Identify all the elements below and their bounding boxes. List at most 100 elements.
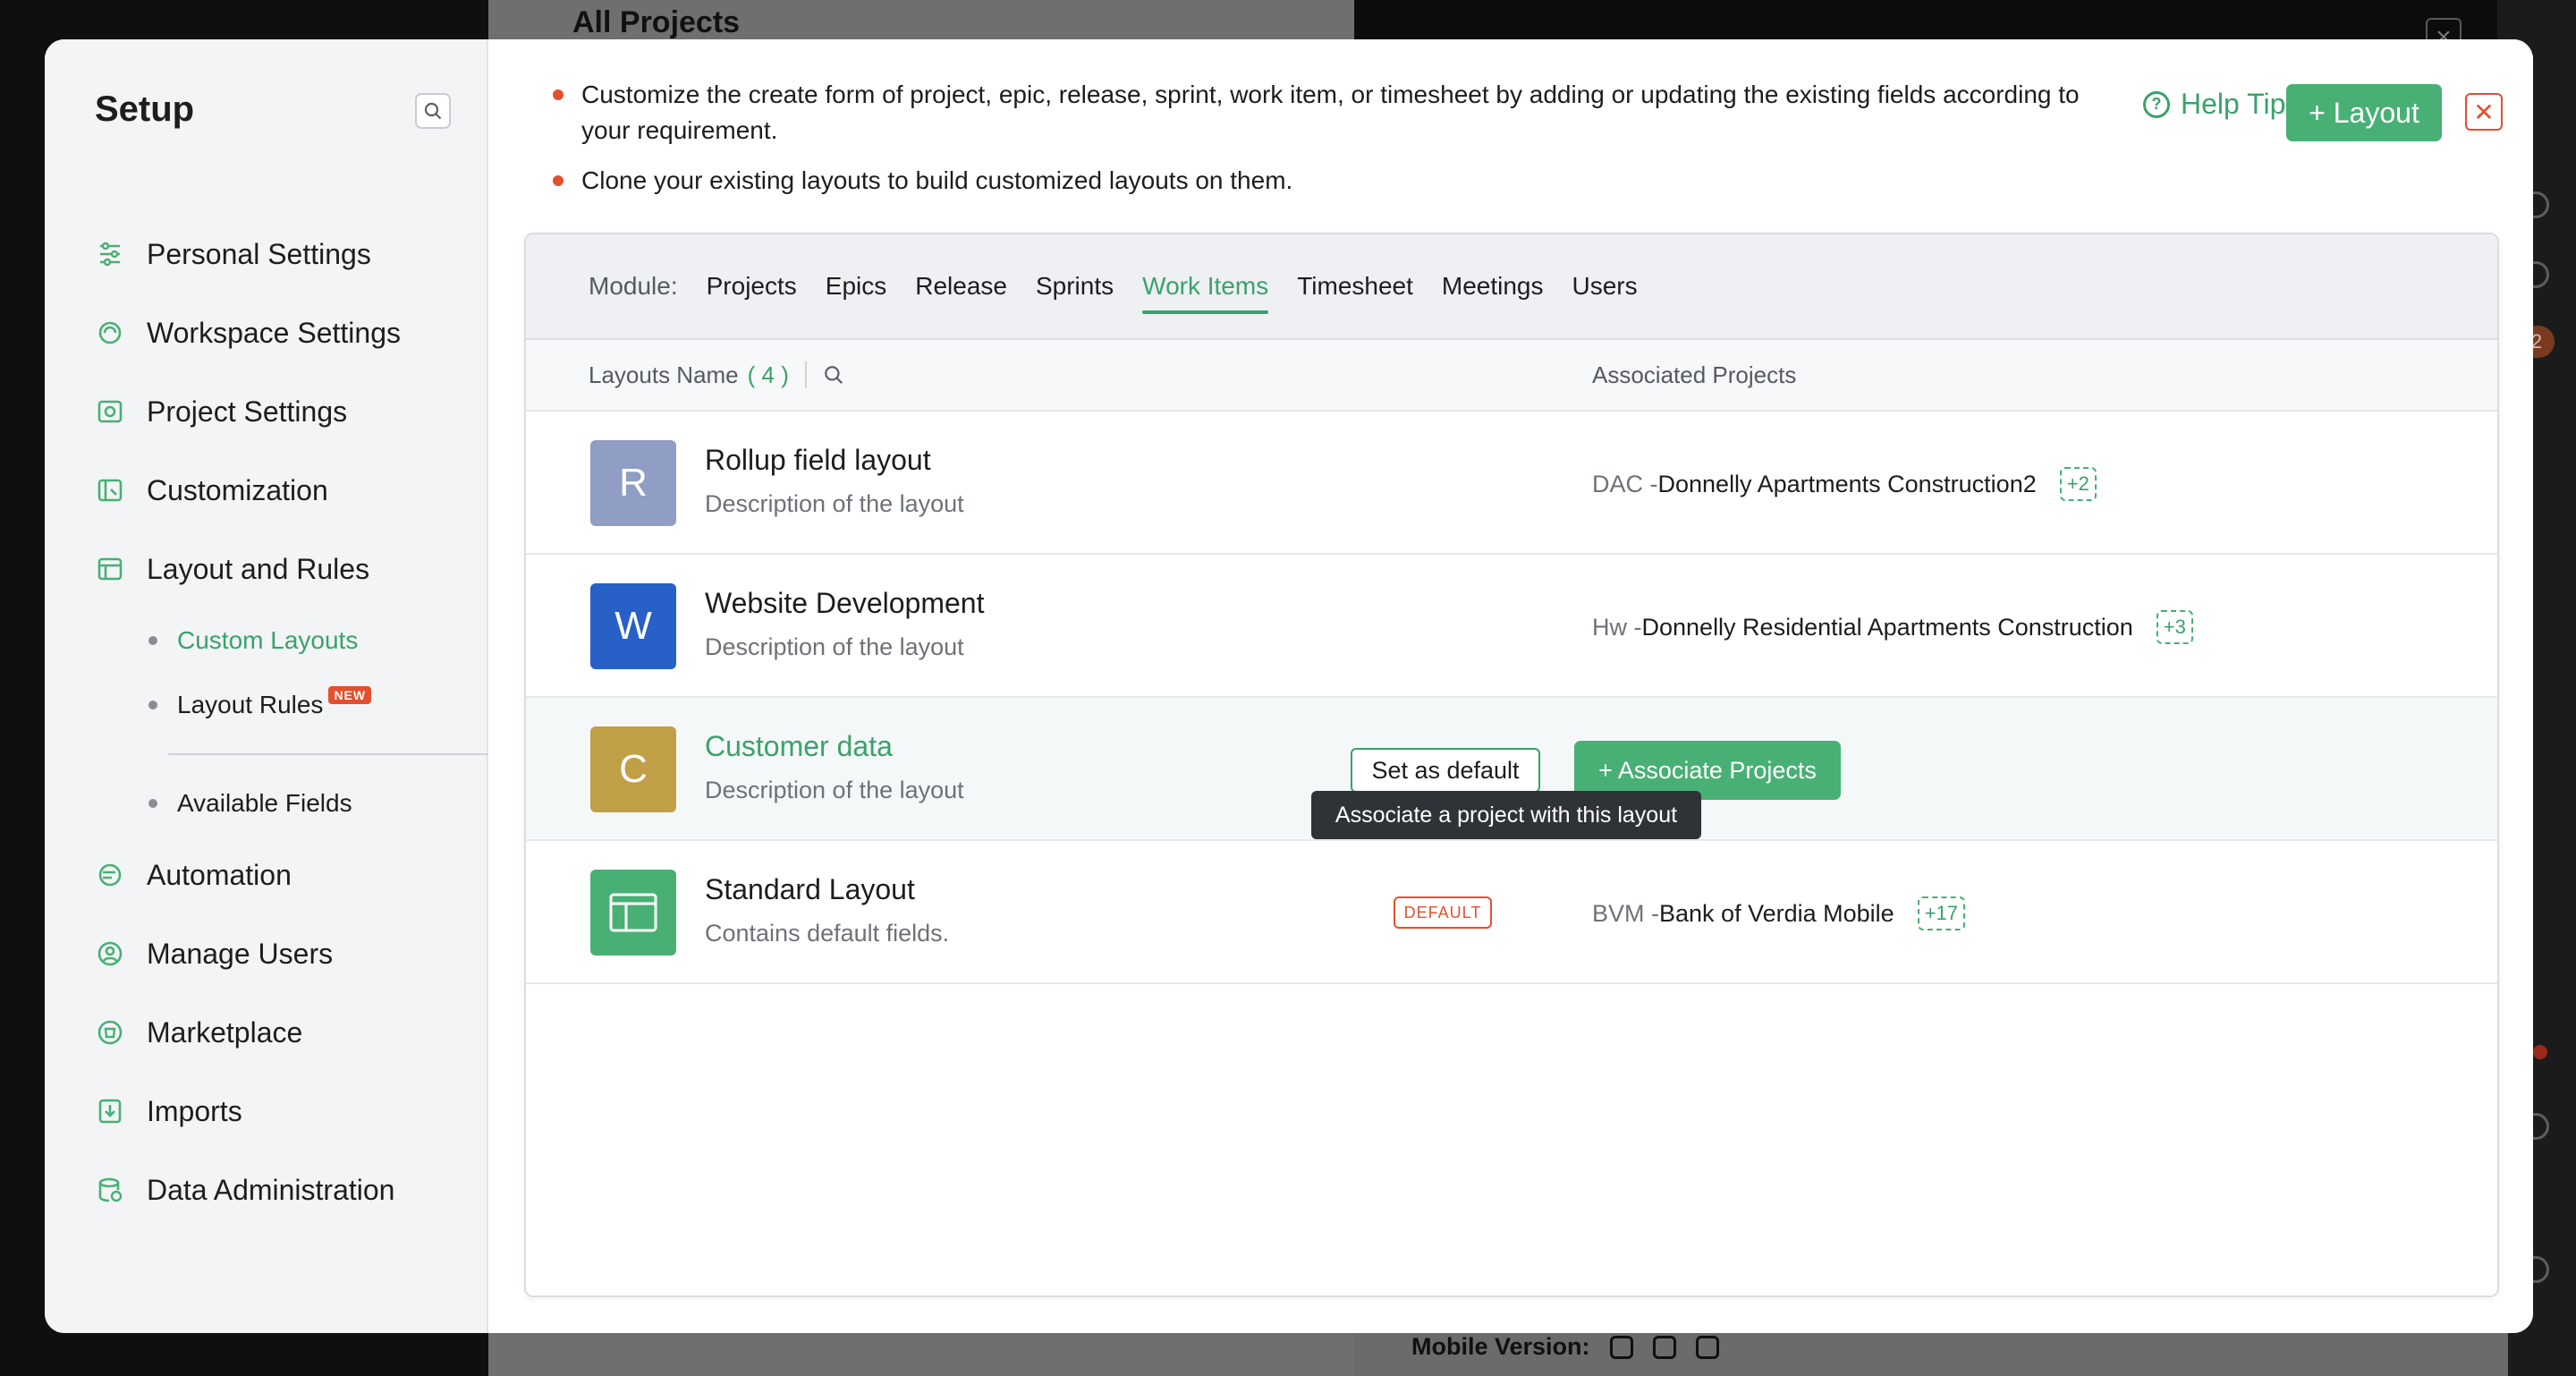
sidebar-item-workspace-settings[interactable]: Workspace Settings <box>93 293 469 372</box>
add-layout-button[interactable]: + Layout <box>2286 84 2442 141</box>
sidebar-search-button[interactable] <box>415 93 451 129</box>
tab-projects[interactable]: Projects <box>707 234 797 339</box>
tip-item: Customize the create form of project, ep… <box>553 77 2127 149</box>
help-tips-link[interactable]: ? Help Tips <box>2143 88 2300 121</box>
tab-users[interactable]: Users <box>1572 234 1638 339</box>
layout-template-icon <box>590 870 676 956</box>
project-code: BVM - <box>1592 899 1660 927</box>
alert-dot-icon <box>2533 1045 2547 1059</box>
associated-projects: BVM - Bank of Verdia Mobile +17 <box>1592 896 1966 930</box>
mobile-version: Mobile Version: <box>1411 1333 1719 1361</box>
tab-meetings[interactable]: Meetings <box>1442 234 1544 339</box>
table-header: Layouts Name ( 4 ) Associated Projects <box>526 340 2497 412</box>
help-icon: ? <box>2143 90 2170 118</box>
project-code: DAC - <box>1592 470 1658 497</box>
tab-sprints[interactable]: Sprints <box>1036 234 1114 339</box>
sliders-icon <box>93 237 127 271</box>
more-projects-badge[interactable]: +2 <box>2059 467 2097 501</box>
avatar: C <box>590 726 676 812</box>
layouts-card: Module: Projects Epics Release Sprints W… <box>524 233 2499 1297</box>
import-icon <box>93 1094 127 1128</box>
tab-release[interactable]: Release <box>915 234 1007 339</box>
sidebar-item-label: Personal Settings <box>147 237 371 270</box>
more-projects-badge[interactable]: +3 <box>2156 610 2193 644</box>
sidebar-item-label: Project Settings <box>147 395 348 428</box>
sidebar-subitem-label: Layout Rules <box>177 691 324 718</box>
setup-title: Setup <box>95 89 195 129</box>
sidebar-item-personal-settings[interactable]: Personal Settings <box>93 215 469 293</box>
marketplace-icon <box>93 1015 127 1049</box>
database-icon <box>93 1173 127 1207</box>
automation-icon <box>93 858 127 892</box>
sidebar-item-imports[interactable]: Imports <box>93 1072 469 1151</box>
setup-modal: Setup Personal Settings Workspace Settin… <box>45 39 2533 1333</box>
project-name: Bank of Verdia Mobile <box>1659 899 1894 927</box>
background-page-title: All Projects <box>572 5 741 39</box>
tip-text: Clone your existing layouts to build cus… <box>581 166 1293 194</box>
sidebar-subitem-available-fields[interactable]: Available Fields <box>93 771 469 836</box>
sidebar-item-label: Workspace Settings <box>147 316 401 349</box>
bullet-icon <box>553 89 564 100</box>
column-separator <box>804 361 807 388</box>
tip-text: Customize the create form of project, ep… <box>581 81 2080 144</box>
sidebar-subitem-label: Available Fields <box>177 789 352 817</box>
new-badge: NEW <box>328 686 372 704</box>
column-associated-projects: Associated Projects <box>1592 361 1797 388</box>
column-label: Layouts Name <box>589 361 739 388</box>
sidebar-item-label: Automation <box>147 858 292 891</box>
tab-epics[interactable]: Epics <box>826 234 886 339</box>
sidebar-subitem-custom-layouts[interactable]: Custom Layouts <box>93 608 469 673</box>
sidebar-subitem-layout-rules[interactable]: Layout Rules NEW <box>93 673 469 737</box>
project-name: Donnelly Apartments Construction2 <box>1657 470 2037 497</box>
layout-name[interactable]: Customer data <box>705 730 893 763</box>
tab-timesheet[interactable]: Timesheet <box>1297 234 1413 339</box>
sidebar-menu: Personal Settings Workspace Settings Pro… <box>93 215 497 1229</box>
column-layouts-name: Layouts Name ( 4 ) <box>589 361 844 389</box>
default-badge: DEFAULT <box>1394 896 1492 929</box>
close-icon[interactable]: ✕ <box>2465 93 2503 131</box>
sidebar-item-project-settings[interactable]: Project Settings <box>93 372 469 451</box>
sidebar-item-manage-users[interactable]: Manage Users <box>93 914 469 993</box>
layout-description: Description of the layout <box>705 490 964 517</box>
sidebar-item-label: Customization <box>147 473 328 506</box>
mobile-version-label: Mobile Version: <box>1411 1333 1590 1360</box>
table-row[interactable]: R Rollup field layout Description of the… <box>526 412 2497 555</box>
sidebar-item-customization[interactable]: Customization <box>93 451 469 530</box>
sidebar-item-layout-and-rules[interactable]: Layout and Rules <box>93 530 469 608</box>
layout-name[interactable]: Rollup field layout <box>705 444 931 477</box>
qr-code-icon <box>1695 1335 1719 1359</box>
users-icon <box>93 937 127 971</box>
sidebar-item-marketplace[interactable]: Marketplace <box>93 993 469 1072</box>
table-row[interactable]: W Website Development Description of the… <box>526 555 2497 698</box>
avatar: W <box>590 583 676 669</box>
sidebar-item-label: Manage Users <box>147 937 334 970</box>
more-projects-badge[interactable]: +17 <box>1917 896 1966 930</box>
layout-description: Description of the layout <box>705 777 964 803</box>
bullet-icon <box>148 636 157 645</box>
sidebar-item-data-administration[interactable]: Data Administration <box>93 1151 469 1229</box>
bullet-icon <box>148 701 157 709</box>
project-code: Hw - <box>1592 613 1642 641</box>
table-row[interactable]: Standard Layout Contains default fields.… <box>526 841 2497 984</box>
module-tabs: Module: Projects Epics Release Sprints W… <box>526 234 2497 340</box>
sidebar-divider <box>168 753 497 755</box>
layout-name[interactable]: Website Development <box>705 587 984 620</box>
project-name: Donnelly Residential Apartments Construc… <box>1641 613 2133 641</box>
layouts-count: ( 4 ) <box>747 361 789 388</box>
set-as-default-button[interactable]: Set as default <box>1351 748 1540 793</box>
associated-projects: DAC - Donnelly Apartments Construction2 … <box>1592 467 2097 501</box>
main-content: Customize the create form of project, ep… <box>488 39 2533 1333</box>
tip-item: Clone your existing layouts to build cus… <box>553 163 2127 199</box>
layout-name[interactable]: Standard Layout <box>705 873 915 906</box>
layout-description: Description of the layout <box>705 633 964 660</box>
search-icon[interactable] <box>823 364 844 386</box>
layout-icon <box>93 552 127 586</box>
customization-icon <box>93 473 127 507</box>
layout-description: Contains default fields. <box>705 920 950 947</box>
workspace-icon <box>93 316 127 350</box>
sidebar-item-automation[interactable]: Automation <box>93 836 469 914</box>
sidebar-item-label: Layout and Rules <box>147 552 370 585</box>
tab-work-items[interactable]: Work Items <box>1142 234 1269 339</box>
sidebar-item-label: Data Administration <box>147 1173 395 1206</box>
module-label: Module: <box>589 272 678 300</box>
